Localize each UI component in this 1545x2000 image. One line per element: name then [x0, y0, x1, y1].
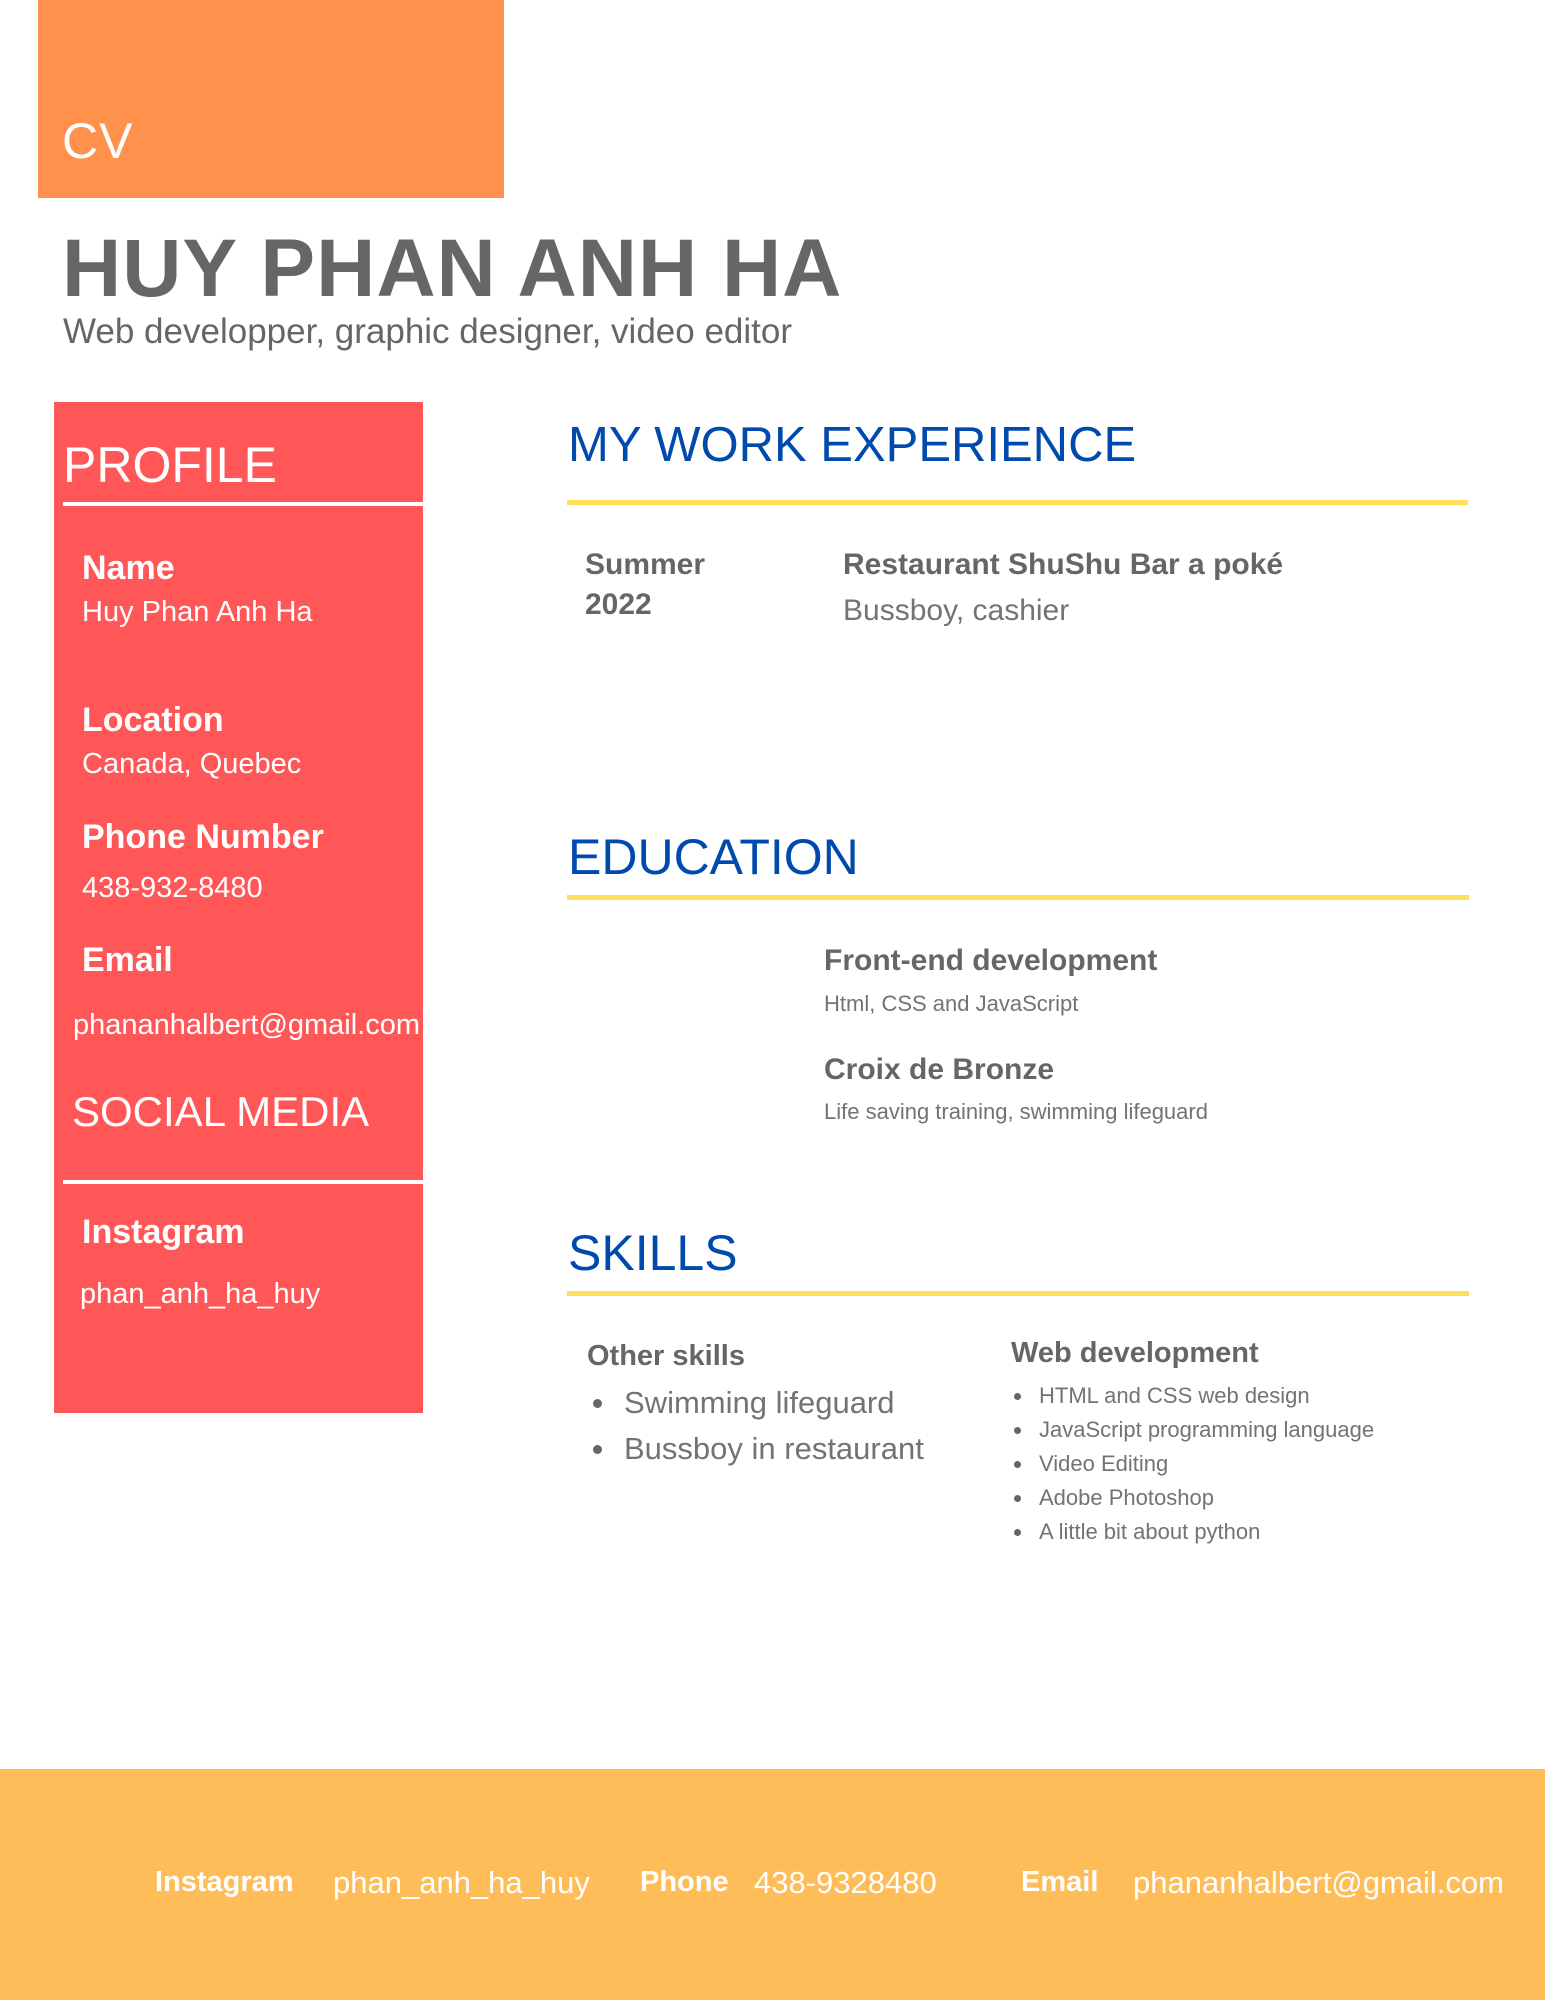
footer-email-label: Email — [1021, 1866, 1099, 1898]
profile-phone-value: 438-932-8480 — [82, 872, 263, 904]
work-role: Bussboy, cashier — [843, 594, 1070, 627]
profile-location-label: Location — [82, 701, 224, 739]
profile-name-label: Name — [82, 549, 175, 587]
profile-instagram-value[interactable]: phan_anh_ha_huy — [80, 1278, 320, 1311]
list-item: Bussboy in restaurant — [587, 1426, 924, 1472]
profile-heading: PROFILE — [63, 437, 277, 493]
footer-instagram-value[interactable]: phan_anh_ha_huy — [333, 1865, 590, 1901]
profile-name-value: Huy Phan Anh Ha — [82, 596, 313, 628]
list-item: Video Editing — [1011, 1447, 1374, 1481]
work-experience-rule — [567, 500, 1468, 505]
social-media-heading: SOCIAL MEDIA — [72, 1088, 370, 1135]
profile-email-label: Email — [82, 941, 173, 979]
education-detail-1: Html, CSS and JavaScript — [824, 991, 1079, 1016]
list-item: Swimming lifeguard — [587, 1380, 924, 1426]
education-title-1: Front-end development — [824, 944, 1158, 977]
list-item: JavaScript programming language — [1011, 1413, 1374, 1447]
other-skills-list: Swimming lifeguard Bussboy in restaurant — [587, 1380, 924, 1472]
list-item: Adobe Photoshop — [1011, 1481, 1374, 1515]
footer-instagram-label: Instagram — [155, 1866, 294, 1898]
work-date-season: Summer — [585, 548, 706, 581]
list-item: A little bit about python — [1011, 1515, 1374, 1549]
profile-divider — [63, 502, 423, 506]
work-experience-heading: MY WORK EXPERIENCE — [568, 418, 1137, 472]
education-detail-2: Life saving training, swimming lifeguard — [824, 1099, 1208, 1124]
page-subtitle: Web developper, graphic designer, video … — [63, 312, 793, 351]
education-heading: EDUCATION — [568, 829, 859, 885]
profile-location-value: Canada, Quebec — [82, 748, 302, 780]
profile-email-value: phananhalbert@gmail.com — [73, 1009, 421, 1041]
other-skills-title: Other skills — [587, 1340, 745, 1372]
profile-instagram-label: Instagram — [82, 1213, 245, 1251]
cv-label: CV — [62, 113, 134, 169]
skills-heading: SKILLS — [568, 1225, 738, 1281]
profile-phone-label: Phone Number — [82, 818, 324, 856]
education-title-2: Croix de Bronze — [824, 1053, 1055, 1086]
work-date-year: 2022 — [585, 588, 652, 621]
footer-phone-label: Phone — [640, 1866, 729, 1898]
skills-rule — [567, 1291, 1469, 1296]
education-rule — [567, 895, 1469, 900]
web-skills-title: Web development — [1011, 1337, 1259, 1369]
work-employer: Restaurant ShuShu Bar a poké — [843, 548, 1284, 581]
page-title: HUY PHAN ANH HA — [62, 223, 843, 314]
social-media-divider — [63, 1180, 423, 1184]
web-skills-list: HTML and CSS web design JavaScript progr… — [1011, 1379, 1374, 1549]
footer-email-value[interactable]: phananhalbert@gmail.com — [1133, 1865, 1504, 1901]
list-item: HTML and CSS web design — [1011, 1379, 1374, 1413]
footer-phone-value[interactable]: 438-9328480 — [754, 1865, 937, 1901]
